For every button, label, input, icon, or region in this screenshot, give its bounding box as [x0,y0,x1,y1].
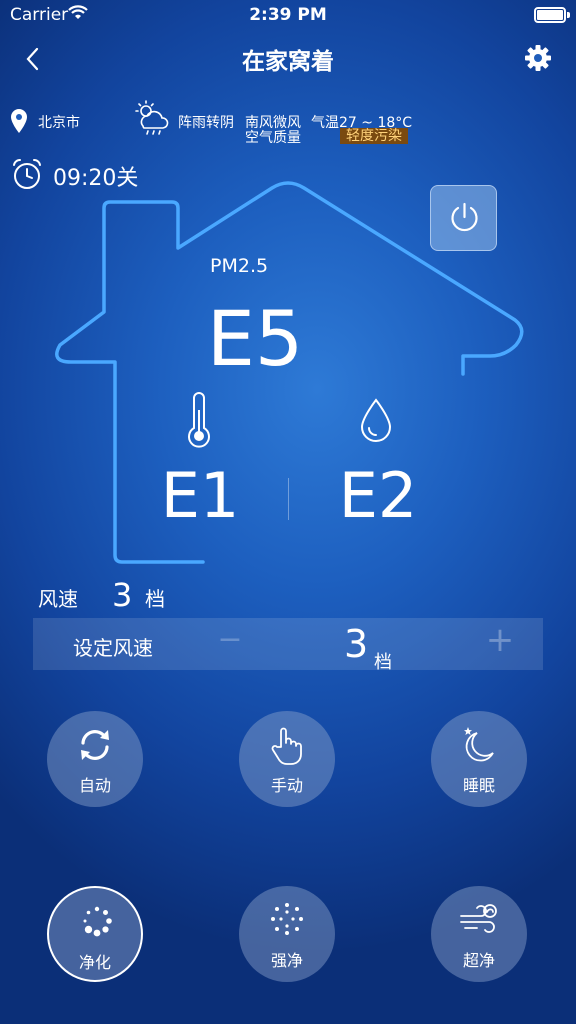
set-wind-speed-unit: 档 [374,652,392,673]
moon-icon [464,727,494,762]
hand-pointer-icon [271,727,302,765]
pm-value: E5 [206,294,304,383]
strong-purify-icon [271,903,303,935]
set-wind-speed-label: 设定风速 [73,636,153,660]
power-button[interactable] [430,185,497,251]
air-quality-label: 空气质量 [245,130,301,146]
mode-super-button[interactable]: 超净 [431,886,527,982]
page-title: 在家窝着 [242,49,334,75]
city-label: 北京市 [38,115,80,131]
mode-label: 超净 [462,951,495,970]
refresh-icon [81,730,109,760]
power-icon [451,202,478,232]
mode-label: 手动 [270,776,303,795]
pm-label: PM2.5 [210,255,269,277]
weather-condition: 阵雨转阴 [178,115,234,131]
wind-speed-unit: 档 [145,587,165,611]
mode-label: 睡眠 [462,776,495,795]
readings-divider [288,478,289,520]
spinner-icon [83,906,112,937]
battery-tip [567,12,570,18]
mode-strong-button[interactable]: 强净 [239,886,335,982]
gear-icon[interactable] [522,42,554,74]
location-pin-icon [11,109,27,133]
set-wind-speed-value: 3 [344,622,369,666]
water-drop-icon [360,398,392,442]
status-time: 2:39 PM [249,5,327,25]
thermometer-icon [188,392,210,448]
mode-auto-button[interactable]: 自动 [47,711,143,807]
mode-label: 净化 [78,953,111,972]
decrease-wind-speed-button[interactable]: − [217,622,243,657]
air-quality-badge: 轻度污染 [340,128,408,144]
mode-manual-button[interactable]: 手动 [239,711,335,807]
cloud-rain-icon [135,100,169,135]
increase-wind-speed-button[interactable]: + [485,620,515,660]
temperature-value: E1 [160,459,240,532]
status-bar: Carrier 2:39 PM [0,0,576,32]
battery-icon [534,7,566,23]
humidity-value: E2 [338,459,418,532]
mode-label: 强净 [270,951,303,970]
wind-speed-value: 3 [112,576,133,614]
wind-icon [460,904,497,933]
mode-purify-button[interactable]: 净化 [47,886,143,982]
wind-speed-label: 风速 [38,587,78,611]
mode-sleep-button[interactable]: 睡眠 [431,711,527,807]
mode-label: 自动 [78,776,111,795]
